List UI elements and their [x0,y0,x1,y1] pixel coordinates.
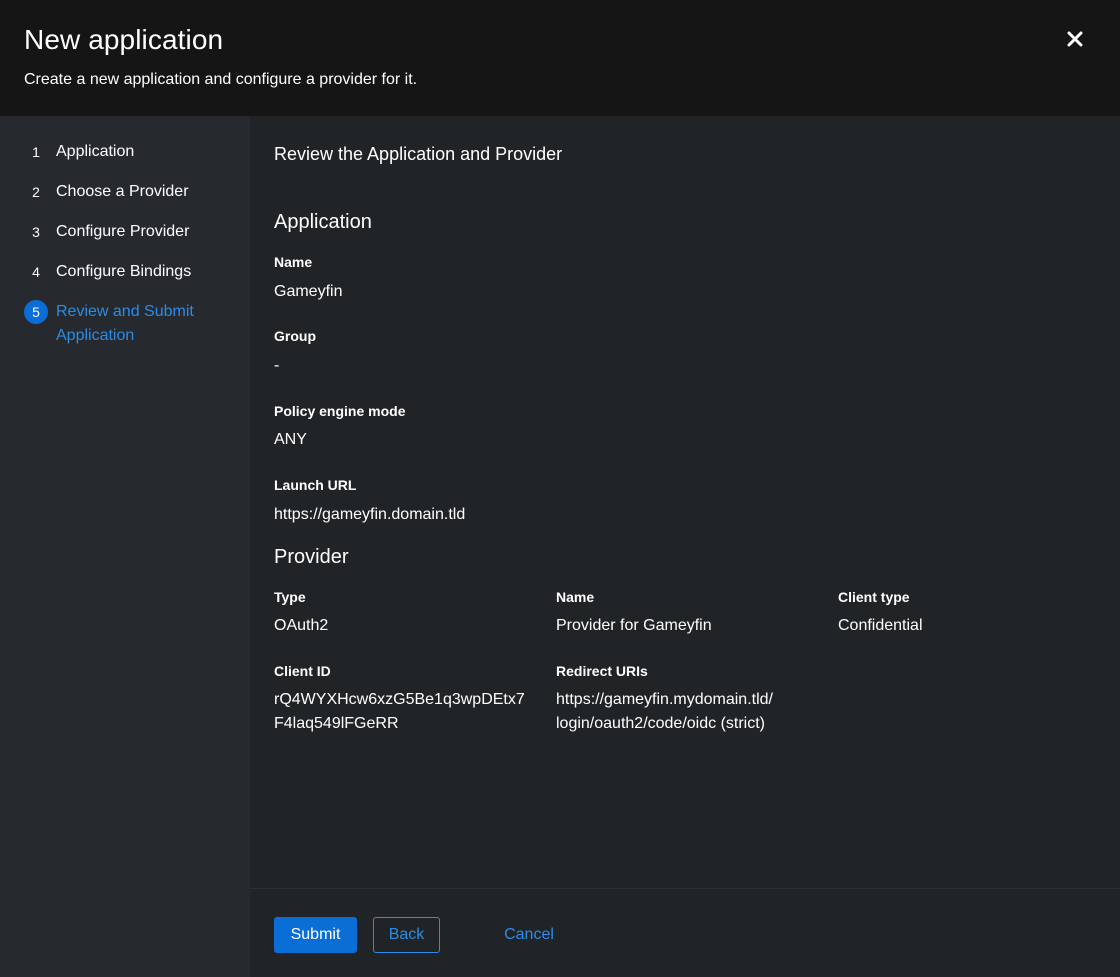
redirect-uris-value-line2: login/oauth2/code/oidc (strict) [556,715,765,732]
step-number: 5 [24,300,48,324]
close-icon [1067,31,1083,47]
wizard-steps-nav: 1 Application 2 Choose a Provider 3 Conf… [0,116,250,977]
submit-button[interactable]: Submit [274,917,357,953]
provider-name-value: Provider for Gameyfin [556,617,712,634]
redirect-uris-label: Redirect URIs [556,663,648,679]
policy-mode-label: Policy engine mode [274,403,406,419]
app-group-value: - [274,357,280,374]
step-label: Configure Bindings [56,263,192,280]
cancel-button[interactable]: Cancel [492,917,566,953]
client-type-label: Client type [838,589,910,605]
client-id-value-line1: rQ4WYXHcw6xzG5Be1q3wpDEtx7 [274,691,525,708]
provider-name-label: Name [556,589,595,605]
redirect-uris-value-line1: https://gameyfin.mydomain.tld/ [556,691,773,708]
close-button[interactable] [1058,22,1092,56]
modal-header: New application Create a new application… [0,0,1120,116]
client-id-value-line2: F4laq549lFGeRR [274,715,399,732]
step-number: 3 [32,224,40,240]
new-application-modal: New application Create a new application… [0,0,1120,977]
step-label: Review and Submit Application [56,303,194,344]
client-type-value: Confidential [838,617,923,634]
step-label: Configure Provider [56,223,190,240]
modal-description: Create a new application and configure a… [24,71,418,88]
client-id-label: Client ID [274,663,331,679]
application-section-heading: Application [274,211,372,233]
launch-url-value: https://gameyfin.domain.tld [274,506,466,523]
wizard-footer: Submit Back Cancel [250,888,1120,977]
app-name-label: Name [274,254,313,270]
app-name-value: Gameyfin [274,283,343,300]
step-number: 1 [32,144,40,160]
review-panel: Review the Application and Provider Appl… [250,116,1120,977]
provider-type-value: OAuth2 [274,617,329,634]
step-label: Choose a Provider [56,183,189,200]
back-button[interactable]: Back [373,917,440,953]
step-number: 4 [32,264,40,280]
app-group-label: Group [274,328,316,344]
step-label: Application [56,143,135,160]
review-title: Review the Application and Provider [274,144,563,164]
provider-type-label: Type [274,589,306,605]
provider-section-heading: Provider [274,546,349,568]
policy-mode-value: ANY [274,431,307,448]
step-number: 2 [32,184,40,200]
modal-title: New application [24,24,224,55]
launch-url-label: Launch URL [274,477,357,493]
